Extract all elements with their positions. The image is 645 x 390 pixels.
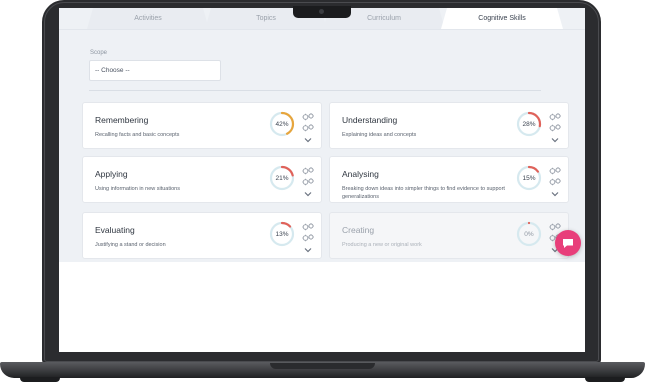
gears-icon <box>302 113 314 132</box>
skill-description: Explaining ideas and concepts <box>342 132 417 138</box>
skill-percent: 21% <box>275 174 289 182</box>
skill-card-creating[interactable]: Creating Producing a new or original wor… <box>329 212 569 259</box>
gears-icon <box>302 167 314 186</box>
skill-card-evaluating[interactable]: Evaluating Justifying a stand or decisio… <box>82 212 322 259</box>
skill-description: Using information in new situations <box>95 186 180 192</box>
skill-card-analysing[interactable]: Analysing Breaking down ideas into simpl… <box>329 156 569 203</box>
scope-label: Scope <box>90 50 108 56</box>
skill-percent: 28% <box>522 120 536 128</box>
scope-select[interactable]: -- Choose -- <box>89 60 221 81</box>
skill-title: Analysing <box>342 169 379 179</box>
skill-description: Recalling facts and basic concepts <box>95 132 180 138</box>
skill-progress-ring: 21% <box>269 165 295 191</box>
skill-title: Applying <box>95 169 128 179</box>
skill-percent: 0% <box>524 230 534 238</box>
chevron-down-icon[interactable] <box>551 191 559 197</box>
gears-icon <box>302 223 314 242</box>
skill-title: Evaluating <box>95 225 135 235</box>
skill-description: Producing a new or original work <box>342 242 422 248</box>
cognitive-skills-panel: Activities Topics Curriculum Cognitive S… <box>59 8 585 262</box>
skill-description: Justifying a stand or decision <box>95 242 166 248</box>
chevron-down-icon[interactable] <box>551 137 559 143</box>
skill-card-understanding[interactable]: Understanding Explaining ideas and conce… <box>329 102 569 149</box>
skill-progress-ring: 13% <box>269 221 295 247</box>
skill-progress-ring: 28% <box>516 111 542 137</box>
skill-progress-ring: 15% <box>516 165 542 191</box>
chat-icon <box>563 238 573 248</box>
gears-icon <box>549 113 561 132</box>
skill-percent: 13% <box>275 230 289 238</box>
chevron-down-icon[interactable] <box>304 247 312 253</box>
divider <box>89 90 541 91</box>
app-screen: Activities Topics Curriculum Cognitive S… <box>59 8 585 352</box>
tab-cognitive-skills[interactable]: Cognitive Skills <box>441 8 563 29</box>
skill-description: Breaking down ideas into simpler things … <box>342 186 505 200</box>
skill-title: Creating <box>342 225 375 235</box>
skill-card-applying[interactable]: Applying Using information in new situat… <box>82 156 322 203</box>
chevron-down-icon[interactable] <box>304 191 312 197</box>
camera-notch <box>293 6 351 18</box>
skill-title: Understanding <box>342 115 398 125</box>
chat-button[interactable] <box>555 230 581 256</box>
gears-icon <box>549 167 561 186</box>
chevron-down-icon[interactable] <box>304 137 312 143</box>
tab-activities[interactable]: Activities <box>87 8 209 29</box>
skill-percent: 42% <box>275 120 289 128</box>
skill-percent: 15% <box>522 174 536 182</box>
skill-card-remembering[interactable]: Remembering Recalling facts and basic co… <box>82 102 322 149</box>
skill-progress-ring: 0% <box>516 221 542 247</box>
skill-title: Remembering <box>95 115 149 125</box>
skill-progress-ring: 42% <box>269 111 295 137</box>
